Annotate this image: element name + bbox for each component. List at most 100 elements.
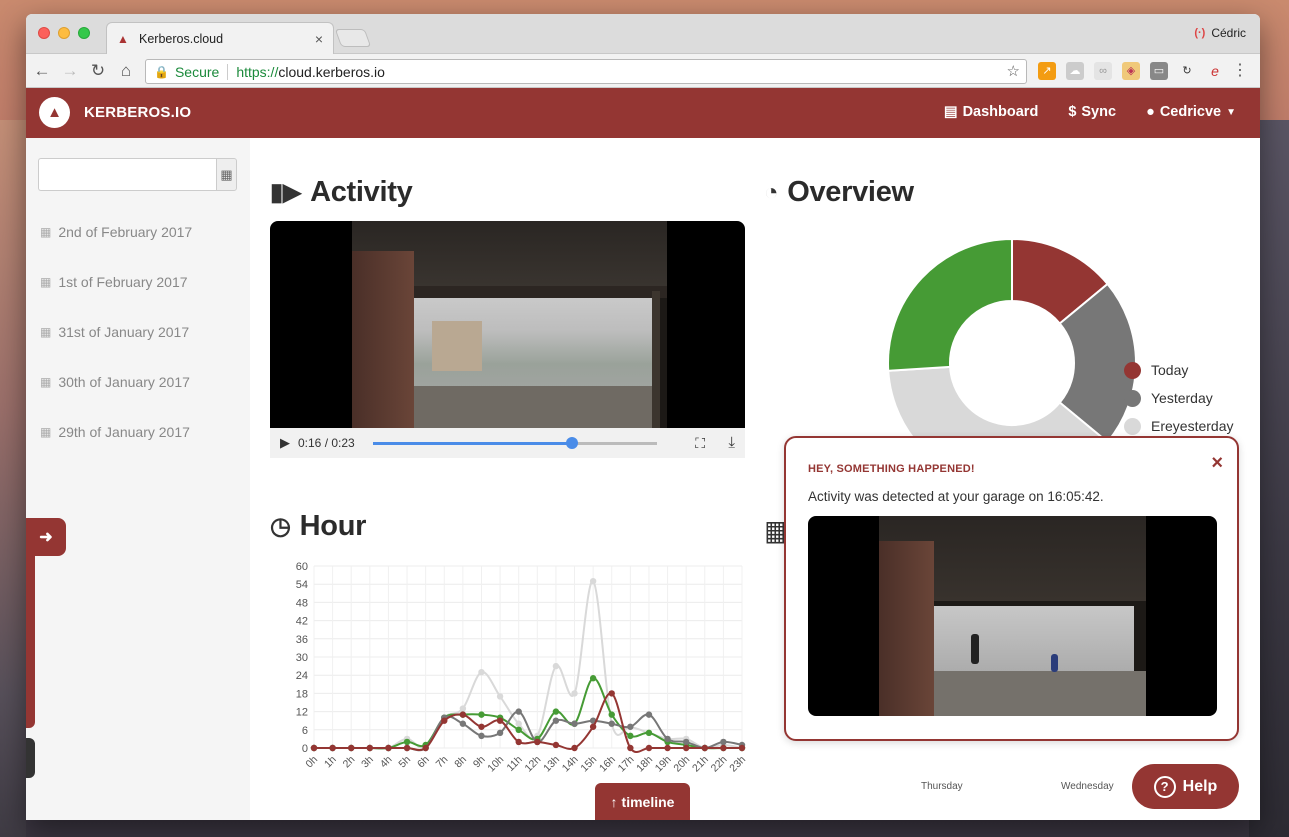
data-point[interactable]	[478, 711, 485, 718]
data-point[interactable]	[589, 577, 597, 585]
data-point[interactable]	[459, 705, 467, 712]
data-point[interactable]	[552, 662, 560, 670]
data-point[interactable]	[664, 735, 671, 743]
data-point[interactable]	[441, 717, 448, 724]
data-point[interactable]	[478, 732, 485, 740]
minimize-window-button[interactable]	[58, 27, 70, 39]
forward-arrow-icon[interactable]: →	[60, 61, 80, 81]
data-point[interactable]	[738, 744, 746, 752]
sidebar-day-item[interactable]: ▦ 2nd of February 2017	[40, 224, 192, 240]
data-point[interactable]	[515, 708, 522, 715]
extension-cloud-icon[interactable]: ☁	[1066, 62, 1084, 80]
nav-dashboard[interactable]: ▤ Dashboard	[944, 104, 1038, 120]
video-progress-knob[interactable]	[565, 436, 578, 449]
extension-analytics-icon[interactable]: ↗	[1038, 62, 1056, 80]
sidebar-day-item[interactable]: ▦ 31st of January 2017	[40, 324, 189, 340]
profile-button[interactable]: (·) Cédric	[1194, 26, 1246, 40]
sidebar-day-item[interactable]: ▦ 29th of January 2017	[40, 424, 190, 440]
data-point[interactable]	[534, 738, 541, 746]
data-point[interactable]	[645, 711, 653, 718]
data-point[interactable]	[571, 690, 578, 697]
nav-user-dropdown[interactable]: ● Cedricve ▼	[1146, 104, 1236, 120]
sidebar-day-item[interactable]: ▦ 30th of January 2017	[40, 374, 190, 390]
data-point[interactable]	[459, 711, 467, 718]
radar-label: Wednesday	[1061, 781, 1114, 792]
video-progress[interactable]	[372, 436, 657, 449]
data-point[interactable]	[608, 690, 615, 697]
new-tab-button[interactable]	[334, 29, 372, 47]
extension-sync-icon[interactable]: ∞	[1094, 62, 1112, 80]
close-window-button[interactable]	[38, 27, 50, 39]
maximize-window-button[interactable]	[78, 27, 90, 39]
data-point[interactable]	[664, 744, 671, 752]
activity-video[interactable]	[270, 221, 745, 458]
bookmark-star-icon[interactable]: ☆	[1007, 62, 1020, 80]
notification-video[interactable]	[808, 516, 1217, 716]
tab-close-icon[interactable]: ×	[315, 31, 323, 47]
date-input[interactable]	[38, 158, 216, 191]
home-icon[interactable]: ⌂	[116, 61, 136, 81]
data-point[interactable]	[720, 738, 727, 746]
nav-sync[interactable]: $ Sync	[1068, 104, 1116, 120]
sidebar-day-item[interactable]: ▦ 1st of February 2017	[40, 274, 188, 290]
address-bar[interactable]: 🔒 Secure https://cloud.kerberos.io ☆	[145, 59, 1027, 84]
extension-box-icon[interactable]: ▭	[1150, 62, 1168, 80]
data-point[interactable]	[422, 744, 429, 752]
timeline-button[interactable]: ↑ timeline	[595, 783, 690, 820]
data-point[interactable]	[720, 744, 727, 752]
url-protocol: https://	[236, 63, 279, 80]
data-point[interactable]	[589, 723, 597, 730]
reload-icon[interactable]: ↻	[88, 61, 108, 81]
data-point[interactable]	[496, 717, 504, 724]
data-point[interactable]	[627, 744, 634, 752]
data-point[interactable]	[571, 744, 578, 752]
calendar-button[interactable]: ▦	[216, 158, 237, 191]
data-point[interactable]	[310, 744, 318, 752]
data-point[interactable]	[459, 720, 467, 727]
data-point[interactable]	[682, 738, 690, 746]
data-point[interactable]	[329, 744, 336, 752]
browser-menu-icon[interactable]: ⋮	[1232, 61, 1248, 81]
data-point[interactable]	[348, 744, 355, 752]
data-point[interactable]	[627, 732, 634, 740]
data-point[interactable]	[552, 741, 560, 749]
side-dark-tab[interactable]	[26, 738, 35, 778]
fullscreen-icon[interactable]: ⛶	[695, 435, 705, 452]
data-point[interactable]	[552, 717, 560, 724]
data-point[interactable]	[403, 744, 411, 752]
brand-name[interactable]: KERBEROS.IO	[84, 104, 191, 121]
extension-refresh-icon[interactable]: ↻	[1178, 62, 1196, 80]
data-point[interactable]	[403, 738, 411, 746]
extension-bird-icon[interactable]: ◈	[1122, 62, 1140, 80]
download-icon[interactable]: ⤓	[728, 434, 735, 451]
data-point[interactable]	[496, 693, 504, 700]
data-point[interactable]	[608, 720, 615, 727]
data-point[interactable]	[552, 708, 560, 715]
data-point[interactable]	[366, 744, 374, 752]
back-arrow-icon[interactable]: ←	[32, 61, 52, 81]
data-point[interactable]	[608, 711, 615, 718]
data-point[interactable]	[701, 744, 708, 752]
data-point[interactable]	[478, 668, 485, 676]
data-point[interactable]	[385, 744, 392, 752]
data-point[interactable]	[515, 726, 522, 733]
data-point[interactable]	[571, 720, 578, 727]
help-button[interactable]: ? Help	[1132, 764, 1239, 809]
data-point[interactable]	[589, 675, 597, 682]
data-point[interactable]	[645, 744, 653, 752]
extension-e-icon[interactable]: e	[1206, 62, 1224, 80]
data-point[interactable]	[496, 729, 504, 737]
data-point[interactable]	[515, 738, 522, 746]
data-point[interactable]	[682, 744, 690, 752]
browser-tab[interactable]: ▲ Kerberos.cloud ×	[106, 22, 334, 54]
play-icon[interactable]: ▶	[280, 435, 290, 451]
data-point[interactable]	[645, 729, 653, 737]
close-icon[interactable]: ×	[1211, 452, 1223, 475]
data-point[interactable]	[515, 720, 522, 727]
data-point[interactable]	[478, 723, 485, 730]
overview-legend: Today Yesterday Ereyesterday	[1124, 356, 1233, 440]
sidebar-toggle-button[interactable]: ➜	[26, 518, 66, 556]
data-point[interactable]	[627, 723, 634, 730]
donut-slice[interactable]	[888, 239, 1013, 372]
kerberos-logo-icon[interactable]: ▲	[39, 97, 70, 128]
